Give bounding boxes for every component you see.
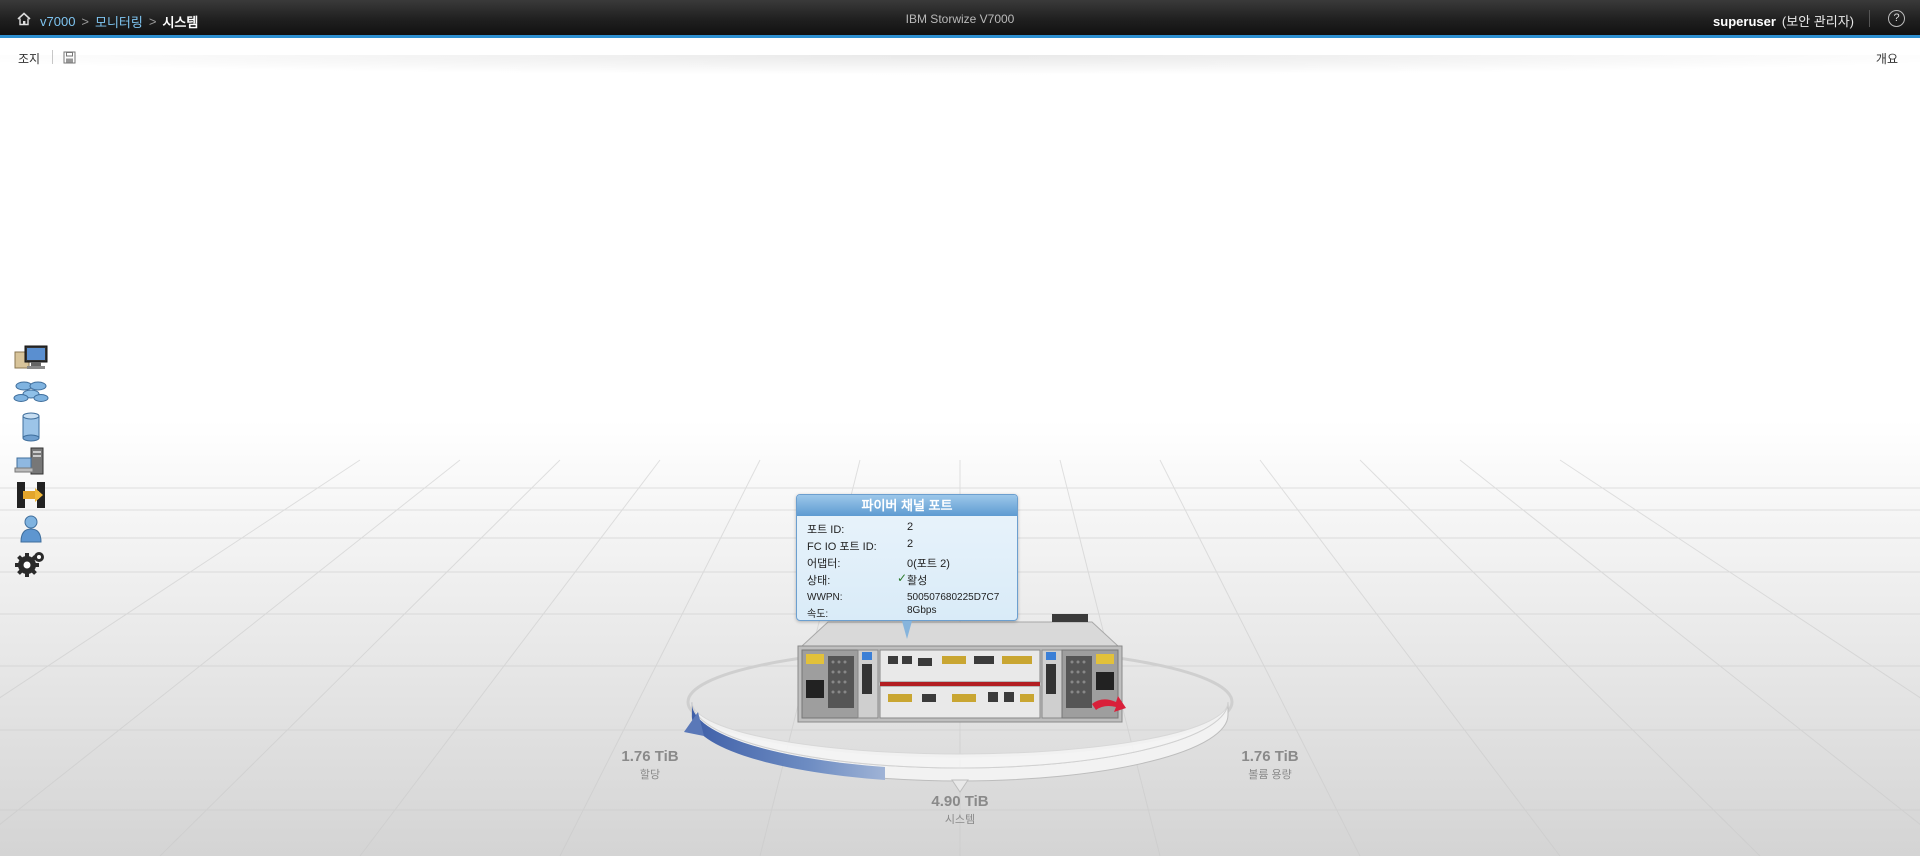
tooltip-label: 어댑터: — [807, 558, 841, 570]
nav-volumes[interactable] — [10, 412, 52, 444]
tooltip-value: 2 — [907, 538, 914, 550]
tooltip-label: 포트 ID: — [807, 524, 845, 536]
tooltip-row-port-id: 포트 ID: 2 — [807, 521, 1012, 536]
volume-capacity-value: 1.76 TiB — [1241, 748, 1299, 765]
system-capacity-value: 4.90 TiB — [931, 793, 989, 810]
hosts-icon — [14, 447, 44, 475]
system-capacity-label: 시스템 — [944, 814, 976, 826]
save-icon[interactable] — [63, 51, 76, 64]
toolbar: 조지 개요 — [0, 41, 1920, 73]
access-icon — [20, 515, 42, 543]
tooltip-row-speed: 속도: 8Gbps — [807, 605, 1012, 620]
storage-enclosure[interactable] — [792, 612, 1128, 724]
divider — [52, 50, 53, 64]
tooltip-value: 2 — [907, 521, 914, 533]
tooltip-value: 활성 — [907, 575, 928, 587]
system-marker — [951, 779, 969, 793]
nav-monitoring[interactable] — [10, 344, 52, 376]
nav-copy-services[interactable] — [10, 480, 52, 512]
tooltip-title: 파이버 채널 포트 — [797, 495, 1017, 516]
app-title: IBM Storwize V7000 — [905, 12, 1015, 26]
allocated-capacity-value: 1.76 TiB — [621, 748, 679, 765]
tooltip-label: FC IO 포트 ID: — [807, 541, 877, 553]
tooltip-value: 500507680225D7C7 — [907, 592, 1000, 603]
tooltip-row-wwpn: WWPN: 500507680225D7C7 — [807, 592, 1012, 606]
tooltip-label: 상태: — [807, 575, 831, 587]
pools-icon — [13, 381, 49, 402]
nav-settings[interactable] — [10, 548, 52, 580]
check-icon: ✓ — [897, 571, 908, 585]
tooltip-pointer — [902, 621, 912, 639]
tooltip-value: 0(포트 2) — [907, 558, 950, 570]
user-role: (보안 관리자) — [1781, 14, 1854, 29]
nav-hosts[interactable] — [10, 446, 52, 478]
nav-pools[interactable] — [10, 378, 52, 410]
actions-button[interactable]: 조지 — [18, 50, 40, 67]
tooltip-row-status: 상태: ✓ 활성 — [807, 571, 1012, 587]
tooltip-row-adapter: 어댑터: 0(포트 2) — [807, 555, 1012, 570]
settings-icon — [15, 552, 44, 577]
nav-access[interactable] — [10, 514, 52, 546]
monitoring-icon — [14, 345, 48, 369]
volume-capacity-label: 볼륨 용량 — [1248, 769, 1292, 781]
tooltip-label: WWPN: — [807, 592, 843, 603]
allocated-capacity-label: 할당 — [639, 769, 661, 781]
top-bar: v7000 > 모니터링 > 시스템 IBM Storwize V7000 su… — [0, 0, 1920, 38]
system-capacity[interactable]: 4.90 TiB 시스템 — [910, 793, 1010, 827]
tooltip-value: 8Gbps — [907, 605, 937, 616]
user-name: superuser — [1713, 14, 1776, 29]
copy-services-icon — [17, 482, 45, 508]
volumes-icon — [22, 412, 40, 442]
volume-capacity[interactable]: 1.76 TiB 볼륨 용량 — [1220, 748, 1320, 782]
divider — [1869, 10, 1870, 27]
overview-button[interactable]: 개요 — [1876, 50, 1898, 67]
allocated-capacity[interactable]: 1.76 TiB 할당 — [600, 748, 700, 782]
fc-port-tooltip: 파이버 채널 포트 포트 ID: 2 FC IO 포트 ID: 2 어댑터: 0… — [796, 494, 1018, 621]
user-menu[interactable]: superuser (보안 관리자) — [1713, 11, 1854, 30]
help-icon[interactable]: ? — [1888, 10, 1905, 27]
tooltip-row-fc-io-port: FC IO 포트 ID: 2 — [807, 538, 1012, 553]
tooltip-label: 속도: — [807, 609, 829, 620]
